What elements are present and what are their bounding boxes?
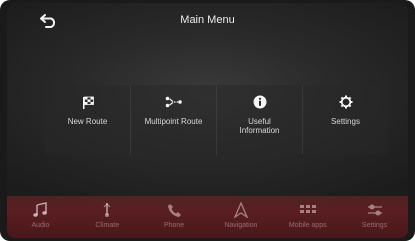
nav-label: Audio [31, 222, 50, 229]
checkered-flag-icon [78, 94, 98, 110]
nav-label: Settings [361, 222, 388, 229]
device-frame: Main Menu New Route Multipoint Route Use… [0, 0, 415, 241]
phone-icon [163, 201, 185, 219]
menu-label: New Route [67, 117, 108, 126]
main-menu-panel: New Route Multipoint Route Useful Inform… [45, 85, 388, 155]
nav-item-climate[interactable]: Climate [74, 196, 141, 238]
nav-item-phone[interactable]: Phone [141, 196, 208, 238]
menu-label: Multipoint Route [144, 117, 203, 126]
navigation-icon [230, 201, 252, 219]
nav-label: Mobile apps [288, 222, 327, 229]
multipoint-route-icon [164, 94, 184, 110]
screen: Main Menu New Route Multipoint Route Use… [7, 3, 408, 238]
nav-item-navigation[interactable]: Navigation [207, 196, 274, 238]
nav-label: Climate [95, 222, 120, 229]
menu-item-settings[interactable]: Settings [303, 85, 388, 155]
menu-item-multipoint-route[interactable]: Multipoint Route [131, 85, 217, 155]
nav-item-settings[interactable]: Settings [341, 196, 408, 238]
menu-item-useful-information[interactable]: Useful Information [217, 85, 303, 155]
settings-sliders-icon [364, 201, 386, 219]
top-bar: Main Menu [7, 3, 408, 39]
bottom-nav-bar: Audio Climate Phone Navigation Mobile ap… [7, 196, 408, 238]
menu-label: Settings [331, 117, 360, 126]
climate-icon [96, 201, 118, 219]
nav-label: Phone [163, 222, 185, 229]
gear-icon [336, 94, 356, 110]
menu-item-new-route[interactable]: New Route [45, 85, 131, 155]
info-icon [250, 94, 270, 110]
page-title: Main Menu [180, 14, 235, 26]
menu-label: Useful Information [239, 117, 280, 135]
music-note-icon [29, 201, 51, 219]
apps-grid-icon [297, 201, 319, 219]
nav-label: Navigation [224, 222, 258, 229]
nav-item-audio[interactable]: Audio [7, 196, 74, 238]
nav-item-mobile-apps[interactable]: Mobile apps [274, 196, 341, 238]
